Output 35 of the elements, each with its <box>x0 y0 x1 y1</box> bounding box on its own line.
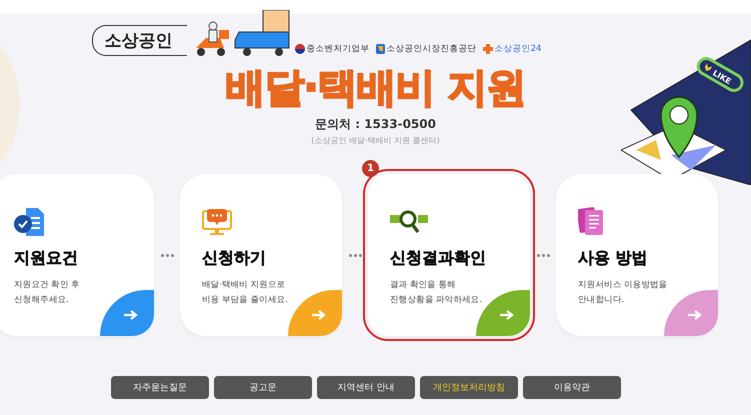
card-description: 지원요건 확인 후 신청해주세요. <box>14 279 81 307</box>
contact-number: 문의처 : 1533-0500 <box>315 116 436 133</box>
logo-pill: 소상공인 <box>92 25 187 56</box>
right-arrow-icon <box>124 310 138 320</box>
card-description: 배달·택배비 지원으로 비용 부담을 줄이세요. <box>202 279 289 307</box>
card-title: 지원요건 <box>14 248 79 269</box>
partner-name: 소상공인24 <box>494 43 542 55</box>
footer-link-button[interactable]: 이용약관 <box>523 376 621 399</box>
right-arrow-icon <box>312 310 326 320</box>
step-badge: 1 <box>362 160 379 177</box>
page-title: 배달·택배비 지원 <box>225 64 526 113</box>
partner-name: 소상공인시장진흥공단 <box>386 43 477 55</box>
right-arrow-icon <box>688 310 702 320</box>
footer-link-button[interactable]: 공고문 <box>214 376 312 399</box>
card-description: 지원서비스 이용방법을 안내합니다. <box>578 279 668 307</box>
card-title: 신청하기 <box>202 248 267 269</box>
plus-emblem-icon <box>482 44 493 54</box>
taegeuk-emblem-icon <box>294 44 305 54</box>
agency-emblem-icon <box>376 44 385 54</box>
menu-card[interactable]: 신청하기 배달·택배비 지원으로 비용 부담을 줄이세요. <box>180 174 342 336</box>
right-arrow-icon <box>500 310 514 320</box>
documents-icon <box>578 206 604 236</box>
footer-link-button[interactable]: 지역센터 안내 <box>317 376 415 399</box>
card-title: 신청결과확인 <box>390 248 487 269</box>
partner-name: 중소벤처기업부 <box>306 43 370 55</box>
card-title: 사용 방법 <box>578 248 649 269</box>
magnifier-icon <box>390 210 428 236</box>
menu-card[interactable]: 신청결과확인 결과 확인을 통해 진행상황을 파악하세요. <box>368 174 530 336</box>
contact-note: (소상공인 배달·택배비 지원 콜센터) <box>311 135 440 146</box>
footer-link-button[interactable]: 자주묻는질문 <box>111 376 209 399</box>
menu-card[interactable]: 지원요건 지원요건 확인 후 신청해주세요. <box>0 174 154 336</box>
checked-document-icon <box>14 208 44 236</box>
monitor-chat-icon <box>202 208 232 236</box>
footer-link-button[interactable]: 개인정보처리방침 <box>420 376 518 399</box>
card-description: 결과 확인을 통해 진행상황을 파악하세요. <box>390 279 483 307</box>
